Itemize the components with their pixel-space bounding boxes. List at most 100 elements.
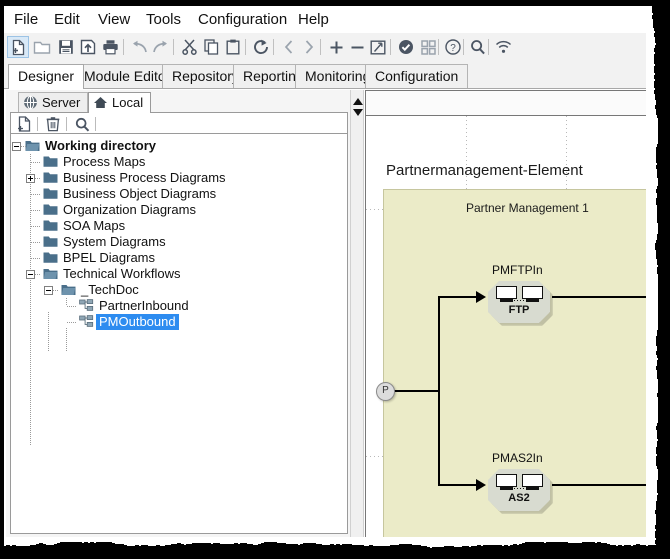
- folder-icon: [43, 251, 58, 264]
- delete-icon[interactable]: [44, 115, 62, 133]
- monitor-icon: [522, 286, 543, 299]
- toolbar-separator: [463, 39, 464, 55]
- undo-icon[interactable]: [128, 36, 150, 58]
- node-label-pmftpin: PMFTPIn: [492, 263, 543, 277]
- explorer-toolbar-separator: [66, 117, 67, 131]
- menu-item-file[interactable]: File: [10, 10, 42, 29]
- folder-icon: [43, 155, 58, 168]
- menu-item-view[interactable]: View: [94, 10, 134, 29]
- svg-text:?: ?: [450, 43, 456, 54]
- subtab-server[interactable]: Server: [18, 92, 88, 112]
- tree-guide: [31, 210, 41, 211]
- tree-guide: [67, 322, 77, 323]
- tree-expander-minus[interactable]: [12, 142, 21, 151]
- tree-guide: [53, 290, 59, 291]
- monitor-icon: [496, 474, 517, 487]
- print-icon[interactable]: [99, 36, 121, 58]
- diagram-editor: Partnermanagement-Element Partner Manage…: [365, 90, 646, 537]
- folder-icon: [43, 235, 58, 248]
- folder-icon: [43, 171, 58, 184]
- save-icon[interactable]: [55, 36, 77, 58]
- menu-item-configuration[interactable]: Configuration: [194, 10, 291, 29]
- tree-item-label: Business Object Diagrams: [63, 186, 216, 202]
- collapse-down-arrow-icon[interactable]: [353, 109, 363, 116]
- subtab-local[interactable]: Local: [88, 92, 151, 113]
- node-link-dots: [508, 300, 534, 301]
- open-folder-icon[interactable]: [31, 36, 53, 58]
- menu-item-edit[interactable]: Edit: [50, 10, 84, 29]
- explorer-subtabs: Server Local: [10, 90, 348, 112]
- save-upload-icon[interactable]: [77, 36, 99, 58]
- tree-item-label: Organization Diagrams: [63, 202, 196, 218]
- folder-icon: [43, 219, 58, 232]
- forward-icon[interactable]: [298, 36, 320, 58]
- workflow-icon: [79, 315, 94, 328]
- connector-arrow: [476, 291, 486, 303]
- fit-screen-icon[interactable]: [367, 36, 389, 58]
- zoom-out-icon[interactable]: [346, 36, 368, 58]
- redo-icon[interactable]: [150, 36, 172, 58]
- tree-expander-plus[interactable]: [26, 174, 35, 183]
- window-frame-bottom: [0, 537, 670, 559]
- tree-guide: [31, 194, 41, 195]
- tree-expander-minus[interactable]: [44, 286, 53, 295]
- explorer-toolbar-separator: [37, 117, 38, 131]
- start-marker[interactable]: P: [376, 382, 395, 401]
- globe-icon: [23, 95, 39, 111]
- grid-icon[interactable]: [417, 36, 439, 58]
- new-file-icon[interactable]: [15, 115, 33, 133]
- connector-line: [438, 390, 440, 486]
- toolbar: ?: [4, 33, 646, 63]
- project-tree[interactable]: Working directory Process Maps: [10, 134, 348, 534]
- paste-icon[interactable]: [222, 36, 244, 58]
- tree-guide: [31, 242, 41, 243]
- tree-guide: [66, 328, 67, 352]
- tree-guide: [48, 312, 49, 352]
- menu-item-tools[interactable]: Tools: [142, 10, 185, 29]
- refresh-icon[interactable]: [250, 36, 272, 58]
- pool-label: Partner Management 1: [466, 201, 589, 215]
- copy-icon[interactable]: [200, 36, 222, 58]
- connector-line: [392, 390, 440, 392]
- back-icon[interactable]: [278, 36, 300, 58]
- toolbar-separator: [173, 39, 174, 55]
- tree-item-label: _TechDoc: [81, 282, 139, 298]
- menu-item-help[interactable]: Help: [294, 10, 333, 29]
- folder-open-icon: [61, 283, 76, 296]
- new-document-icon[interactable]: [7, 36, 29, 58]
- collapse-up-arrow-icon[interactable]: [353, 98, 363, 105]
- toolbar-separator: [438, 39, 439, 55]
- connector-line: [438, 296, 478, 298]
- tab-configuration[interactable]: Configuration: [365, 64, 468, 88]
- tree-guide: [35, 274, 41, 275]
- signal-icon[interactable]: [492, 36, 514, 58]
- toolbar-separator: [245, 39, 246, 55]
- toolbar-separator: [390, 39, 391, 55]
- node-protocol-label: FTP: [488, 304, 550, 316]
- tree-guide: [30, 154, 31, 446]
- connector-line: [552, 484, 646, 486]
- pane-splitter[interactable]: [350, 90, 364, 537]
- tree-expander-minus[interactable]: [26, 270, 35, 279]
- main-tab-strip: Designer Module Editor Repository Report…: [4, 62, 646, 89]
- cut-icon[interactable]: [178, 36, 200, 58]
- check-circle-icon[interactable]: [395, 36, 417, 58]
- tree-item-label: Business Process Diagrams: [63, 170, 226, 186]
- search-icon[interactable]: [467, 36, 489, 58]
- folder-icon: [43, 187, 58, 200]
- tree-guide: [31, 162, 41, 163]
- tree-guide: [66, 298, 67, 306]
- window-frame-right: [644, 0, 670, 559]
- tree-item-label: System Diagrams: [63, 234, 166, 250]
- diagram-canvas[interactable]: Partnermanagement-Element Partner Manage…: [365, 116, 646, 537]
- search-icon[interactable]: [73, 115, 91, 133]
- tree-item-label: BPEL Diagrams: [63, 250, 155, 266]
- connector-line: [438, 484, 478, 486]
- toolbar-separator: [488, 39, 489, 55]
- editor-tab-strip[interactable]: [365, 90, 646, 116]
- help-icon[interactable]: ?: [442, 36, 464, 58]
- zoom-in-icon[interactable]: [325, 36, 347, 58]
- tab-designer[interactable]: Designer: [8, 64, 84, 89]
- connector-line: [552, 296, 646, 298]
- connector-arrow: [476, 479, 486, 491]
